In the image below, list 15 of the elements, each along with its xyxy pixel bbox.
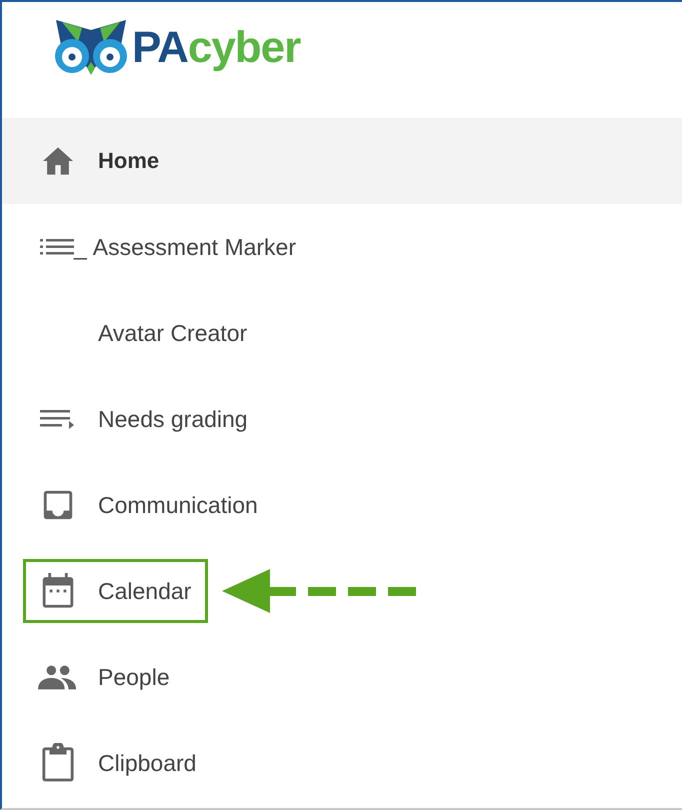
nav-item[interactable]: _ Assessment Marker [23, 215, 314, 279]
logo-text: PAcyber [132, 22, 300, 74]
inbox-icon [41, 488, 75, 522]
nav-item[interactable]: Clipboard [23, 731, 214, 795]
calendar-icon [41, 573, 75, 609]
nav-item[interactable]: Avatar Creator [23, 301, 264, 365]
nav-item[interactable]: Needs grading [23, 387, 265, 451]
nav-item[interactable]: Home [23, 129, 176, 193]
list-icon [40, 237, 76, 257]
nav-item[interactable]: Calendar [23, 559, 208, 623]
people-icon [38, 664, 78, 690]
home-icon [41, 146, 75, 176]
nav-item[interactable]: People [23, 645, 187, 709]
nav-item[interactable]: Communication [23, 473, 275, 537]
clipboard-icon [41, 743, 75, 783]
